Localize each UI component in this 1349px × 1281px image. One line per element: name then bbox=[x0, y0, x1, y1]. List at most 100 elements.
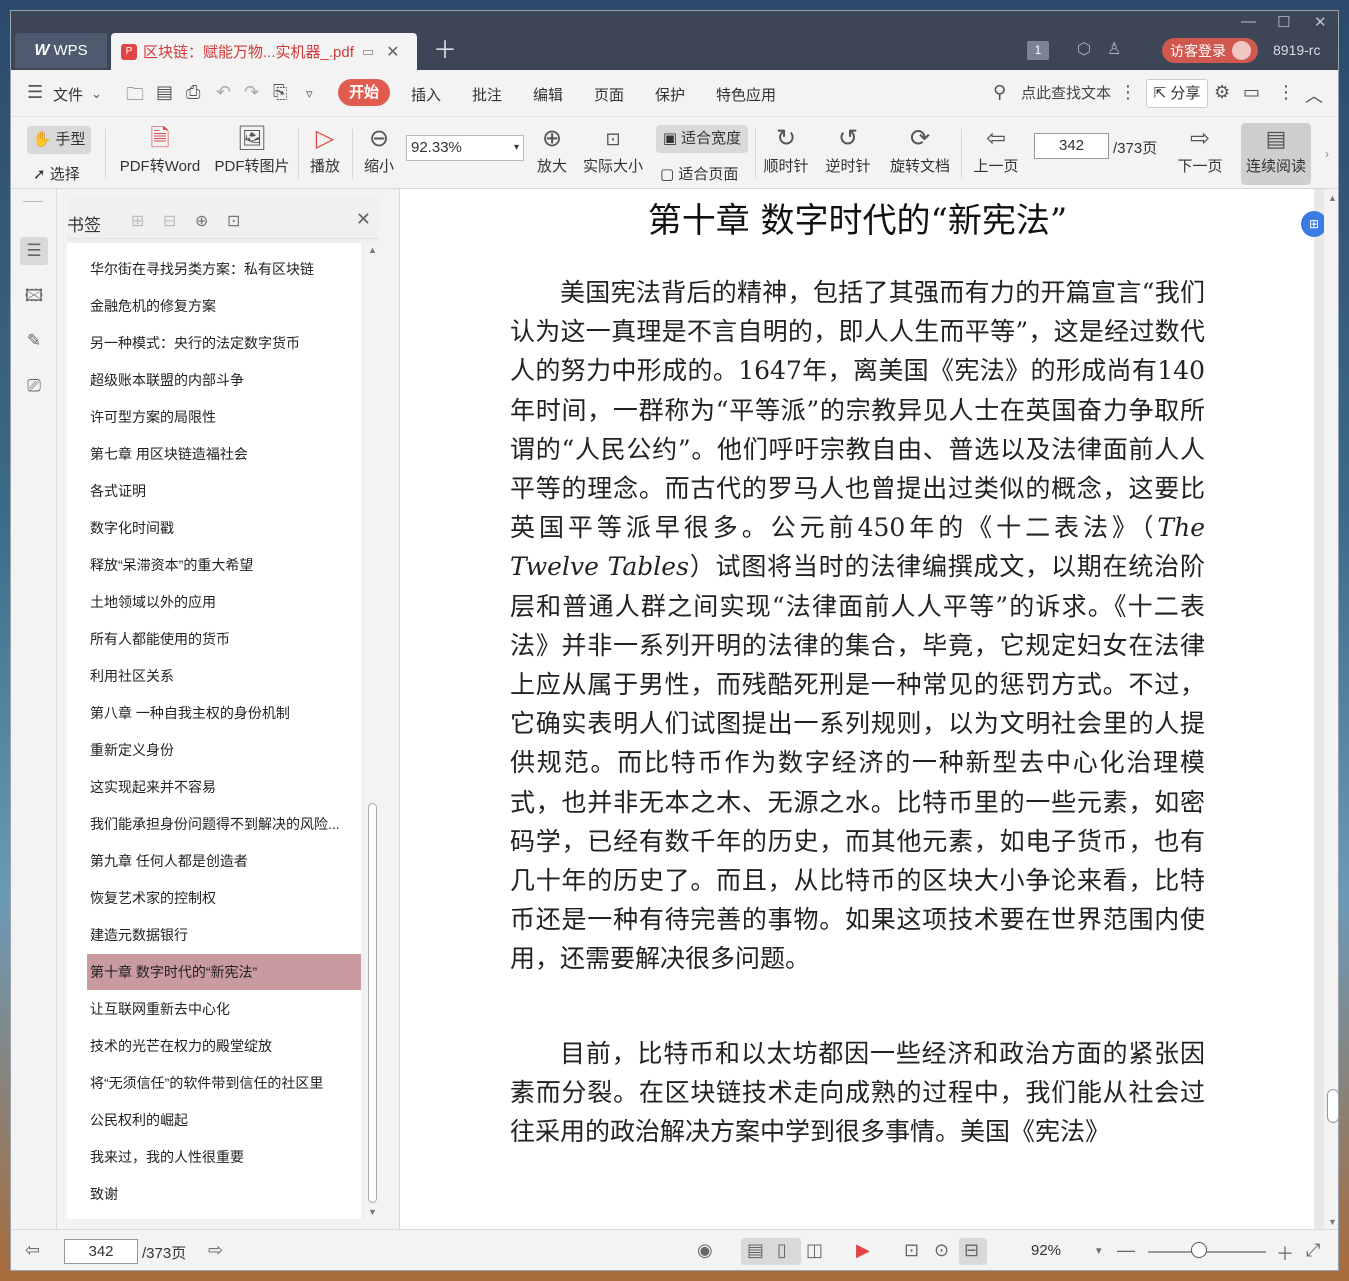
settings-icon[interactable]: ⚙ bbox=[1214, 82, 1230, 103]
menu-tab-page[interactable]: 页面 bbox=[594, 84, 624, 105]
close-tab-icon[interactable]: ✕ bbox=[386, 42, 399, 62]
scroll-thumb[interactable] bbox=[368, 803, 377, 1203]
bookmark-item[interactable]: 释放“呆滞资本”的重大希望 bbox=[87, 547, 361, 583]
search-icon[interactable]: ⚲ bbox=[993, 82, 1006, 103]
bookmark-item[interactable]: 许可型方案的局限性 bbox=[87, 399, 361, 435]
redo-icon[interactable]: ↷ bbox=[244, 82, 259, 103]
bookmark-item[interactable]: 所有人都能使用的货币 bbox=[87, 621, 361, 657]
scroll-down-icon[interactable]: ▼ bbox=[368, 1207, 377, 1217]
next-page-icon[interactable]: ⇨ bbox=[208, 1240, 223, 1261]
visitor-login-button[interactable]: 访客登录 bbox=[1162, 38, 1258, 63]
close-panel-icon[interactable]: ✕ bbox=[356, 209, 371, 230]
more-icon[interactable]: ⋮ bbox=[1277, 82, 1295, 103]
thumbnail-icon[interactable]: 🖾 bbox=[20, 282, 48, 310]
bookmark-item[interactable]: 华尔街在寻找另类方案：私有区块链 bbox=[87, 251, 361, 287]
bookmark-item[interactable]: 另一种模式：央行的法定数字货币 bbox=[87, 325, 361, 361]
actual-size-button[interactable]: ⊡ 实际大小 bbox=[581, 123, 645, 176]
zoom-in-icon[interactable]: ＋ bbox=[1276, 1240, 1294, 1266]
bookmark-item[interactable]: 公民权利的崛起 bbox=[87, 1102, 361, 1138]
screen-icon[interactable]: ▭ bbox=[362, 44, 374, 60]
rotate-document-button[interactable]: ⟳ 旋转文档 bbox=[887, 123, 953, 176]
share-button[interactable]: ⇱ 分享 bbox=[1146, 79, 1208, 108]
bookmark-item[interactable]: 超级账本联盟的内部斗争 bbox=[87, 362, 361, 398]
wps-home-tab[interactable]: W WPS bbox=[15, 33, 107, 68]
undo-icon[interactable]: ↶ bbox=[216, 82, 231, 103]
bookmark-item[interactable]: 致谢 bbox=[87, 1176, 361, 1212]
bookmark-item[interactable]: 第七章 用区块链造福社会 bbox=[87, 436, 361, 472]
image-extract-icon[interactable]: ⎚ bbox=[20, 372, 48, 400]
open-folder-icon[interactable]: 🗀 bbox=[126, 82, 144, 112]
menu-tab-protect[interactable]: 保护 bbox=[655, 84, 685, 105]
more-chevron-icon[interactable]: ▿ bbox=[306, 86, 313, 102]
ribbon-more-icon[interactable]: › bbox=[1325, 147, 1329, 161]
comment-icon[interactable]: ▭ bbox=[1243, 82, 1260, 103]
play-button[interactable]: ▷ 播放 bbox=[307, 123, 343, 176]
bookmark-item[interactable]: 各式证明 bbox=[87, 473, 361, 509]
prev-page-icon[interactable]: ⇦ bbox=[25, 1240, 40, 1261]
zoom-out-icon[interactable]: — bbox=[1117, 1240, 1135, 1261]
bookmark-item[interactable]: 我们能承担身份问题得不到解决的风险... bbox=[87, 806, 361, 842]
rotate-counterclockwise-button[interactable]: ↺ 逆时针 bbox=[823, 123, 873, 176]
fit-page-button[interactable]: ▢ 适合页面 bbox=[660, 163, 738, 184]
shirt-icon[interactable]: ♙ bbox=[1107, 39, 1121, 59]
bookmark-panel-icon[interactable]: ☰ bbox=[20, 237, 48, 265]
rotate-clockwise-button[interactable]: ↻ 顺时针 bbox=[761, 123, 811, 176]
bookmark-item[interactable]: 技术的光芒在权力的殿堂绽放 bbox=[87, 1028, 361, 1064]
bookmark-item[interactable]: 第八章 一种自我主权的身份机制 bbox=[87, 695, 361, 731]
fit-page-icon[interactable]: ⊙ bbox=[934, 1240, 949, 1261]
menu-tab-edit[interactable]: 编辑 bbox=[533, 84, 563, 105]
close-window-icon[interactable]: ✕ bbox=[1314, 13, 1327, 31]
bookmark-item[interactable]: 这实现起来并不容易 bbox=[87, 769, 361, 805]
two-page-icon[interactable]: ◫ bbox=[806, 1240, 823, 1261]
pdf-to-image-button[interactable]: 🖼 PDF转图片 bbox=[214, 123, 290, 176]
zoom-slider-knob[interactable] bbox=[1191, 1242, 1207, 1258]
bookmark-scrollbar[interactable]: ▲ ▼ bbox=[365, 243, 379, 1219]
chevron-down-icon[interactable]: ⌄ bbox=[91, 86, 102, 102]
document-tab[interactable]: P 区块链：赋能万物...实机器_.pdf ▭ ✕ bbox=[111, 33, 417, 70]
hamburger-icon[interactable]: ☰ bbox=[27, 82, 43, 103]
export-icon[interactable]: ⎘ bbox=[273, 82, 287, 103]
menu-tab-special[interactable]: 特色应用 bbox=[716, 84, 776, 105]
annotation-icon[interactable]: ✎ bbox=[20, 327, 48, 355]
menu-tab-home[interactable]: 开始 bbox=[338, 79, 390, 106]
continuous-page-icon[interactable]: ▯ bbox=[777, 1240, 787, 1261]
bookmark-item[interactable]: 将“无须信任”的软件带到信任的社区里 bbox=[87, 1065, 361, 1101]
hand-tool-button[interactable]: ✋ 手型 bbox=[27, 126, 91, 154]
scroll-up-icon[interactable]: ▲ bbox=[368, 245, 377, 255]
eye-protection-icon[interactable]: ◉ bbox=[697, 1240, 713, 1261]
menu-tab-insert[interactable]: 插入 bbox=[411, 84, 441, 105]
save-icon[interactable]: ▤ bbox=[156, 82, 173, 103]
bookmark-item[interactable]: 金融危机的修复方案 bbox=[87, 288, 361, 324]
zoom-in-button[interactable]: ⊕ 放大 bbox=[534, 123, 570, 176]
fullscreen-icon[interactable]: ⤢ bbox=[1306, 1240, 1320, 1261]
fit-width-button[interactable]: ▣ 适合宽度 bbox=[656, 125, 748, 153]
bookmark-item[interactable]: 重新定义身份 bbox=[87, 732, 361, 768]
status-page-input[interactable]: 342 bbox=[64, 1239, 138, 1264]
bookmark-item[interactable]: 建造元数据银行 bbox=[87, 917, 361, 953]
next-page-button[interactable]: ⇨ 下一页 bbox=[1175, 123, 1225, 176]
fit-width-icon[interactable]: ⊟ bbox=[964, 1240, 979, 1261]
bookmark-item[interactable]: 土地领域以外的应用 bbox=[87, 584, 361, 620]
prev-page-button[interactable]: ⇦ 上一页 bbox=[971, 123, 1021, 176]
zoom-select[interactable]: 92.33% ▾ bbox=[406, 135, 524, 161]
zoom-dropdown-icon[interactable]: ▾ bbox=[1096, 1244, 1102, 1257]
more-vertical-icon[interactable]: ⋮ bbox=[1119, 82, 1137, 103]
select-tool-button[interactable]: ➚ 选择 bbox=[33, 163, 80, 184]
zoom-out-button[interactable]: ⊖ 缩小 bbox=[361, 123, 397, 176]
skin-icon[interactable]: ⬡ bbox=[1077, 39, 1091, 59]
maximize-icon[interactable]: ☐ bbox=[1277, 13, 1290, 31]
bookmark-item[interactable]: 数字化时间戳 bbox=[87, 510, 361, 546]
pdf-to-word-button[interactable]: 🗎 PDF转Word bbox=[115, 123, 205, 176]
scroll-up-icon[interactable]: ▲ bbox=[1328, 193, 1337, 203]
continuous-reading-button[interactable]: ▤ 连续阅读 bbox=[1241, 123, 1311, 185]
collapse-ribbon-icon[interactable]: ︿ bbox=[1305, 82, 1323, 108]
single-page-icon[interactable]: ▤ bbox=[747, 1240, 764, 1261]
search-text-button[interactable]: 点此查找文本 bbox=[1021, 82, 1111, 103]
actual-size-icon[interactable]: ⊡ bbox=[904, 1240, 919, 1261]
bookmark-item[interactable]: 我来过，我的人性很重要 bbox=[87, 1139, 361, 1175]
page-number-input[interactable]: 342 bbox=[1034, 133, 1109, 159]
print-icon[interactable]: ⎙ bbox=[186, 82, 200, 103]
scroll-thumb[interactable] bbox=[1327, 1089, 1338, 1123]
status-zoom[interactable]: 92% bbox=[1031, 1242, 1061, 1259]
bookmark-item[interactable]: 第九章 任何人都是创造者 bbox=[87, 843, 361, 879]
